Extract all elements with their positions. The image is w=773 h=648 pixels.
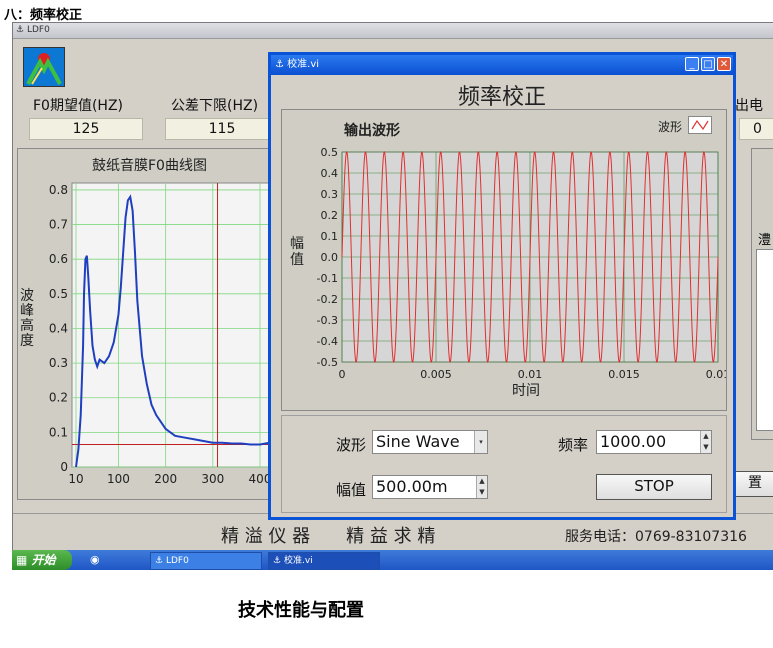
f0-chart-panel: 鼓纸音膜F0曲线图 波峰高度 0 0.1 0.2 0.3 0.4 0.5 0.6 0.7 0.8… bbox=[17, 148, 281, 500]
y-tick-label: 0 bbox=[60, 460, 68, 474]
logo bbox=[23, 47, 65, 87]
taskbar: ▦ 开始 ◉ ⚓ LDF0 ⚓ 校准.vi bbox=[12, 550, 773, 570]
x-tick-label: 0.005 bbox=[420, 368, 452, 381]
y-tick-label: 0.3 bbox=[49, 356, 68, 370]
page-caption: 技术性能与配置 bbox=[238, 600, 364, 621]
spin-down-icon[interactable]: ▼ bbox=[700, 442, 711, 453]
y-tick-label: 0.2 bbox=[49, 391, 68, 405]
waveform-select[interactable]: Sine Wave ▾ bbox=[372, 430, 488, 454]
vi-icon: ⚓ bbox=[275, 59, 284, 70]
x-tick-label: 0.01 bbox=[518, 368, 543, 381]
waveform-chart-panel: 输出波形 波形 幅值 时间 0.5 0.4 0.3 0.2 0.1 0.0 -0.1 -0.2… bbox=[281, 109, 727, 411]
x-tick-label: 100 bbox=[107, 472, 130, 486]
dialog-titlebar[interactable]: ⚓ 校准.vi _ □ ✕ bbox=[271, 55, 733, 75]
y-tick-label: -0.3 bbox=[317, 314, 338, 327]
calibrate-dialog: ⚓ 校准.vi _ □ ✕ 频率校正 输出波形 波形 幅值 时间 0.5 0.4 0… bbox=[268, 52, 736, 520]
y-tick-label: 0.7 bbox=[49, 218, 68, 232]
vi-icon: ⚓ bbox=[273, 556, 282, 566]
chevron-down-icon[interactable]: ▾ bbox=[474, 431, 487, 453]
taskbar-item-ldf0[interactable]: ⚓ LDF0 bbox=[150, 552, 262, 570]
y-tick-label: 0.8 bbox=[49, 183, 68, 197]
x-tick-label: 10 bbox=[68, 472, 83, 486]
x-tick-label: 300 bbox=[201, 472, 224, 486]
y-tick-label: -0.1 bbox=[317, 272, 338, 285]
y-tick-label: -0.2 bbox=[317, 293, 338, 306]
windows-logo-icon: ▦ bbox=[16, 553, 28, 567]
x-tick-label: 0.01 bbox=[706, 368, 726, 381]
tolerance-lower-label: 公差下限(HZ) bbox=[171, 98, 259, 114]
config-button-partial[interactable]: 置 bbox=[735, 471, 773, 497]
start-label: 开始 bbox=[31, 553, 56, 567]
f0-expected-field[interactable]: 125 bbox=[29, 118, 143, 140]
spin-up-icon[interactable]: ▲ bbox=[476, 476, 487, 487]
amplitude-input[interactable]: 500.00m ▲ ▼ bbox=[372, 475, 488, 499]
y-tick-label: 0.4 bbox=[49, 321, 68, 335]
y-tick-label: 0.5 bbox=[49, 287, 68, 301]
dialog-title: 校准.vi bbox=[287, 59, 320, 70]
amplitude-value: 500.00m bbox=[376, 477, 448, 496]
y-tick-label: 0.6 bbox=[49, 252, 68, 266]
y-tick-label: -0.5 bbox=[317, 356, 338, 369]
side-label-partial: 澧 bbox=[758, 233, 772, 248]
plot-area bbox=[71, 182, 275, 468]
frequency-value: 1000.00 bbox=[600, 432, 667, 451]
f0-chart: 00.10.20.30.40.50.60.70.810 100 200 300 400 bbox=[49, 182, 275, 486]
y-tick-label: 0.0 bbox=[321, 251, 339, 264]
ldf0-title: LDF0 bbox=[26, 25, 50, 35]
start-button[interactable]: ▦ 开始 bbox=[12, 550, 72, 570]
taskbar-item-label: 校准.vi bbox=[283, 556, 313, 566]
taskbar-item-calibrate[interactable]: ⚓ 校准.vi bbox=[268, 552, 380, 570]
waveform-select-value: Sine Wave bbox=[376, 432, 460, 451]
stop-button[interactable]: STOP bbox=[596, 474, 712, 500]
x-tick-label: 0 bbox=[339, 368, 346, 381]
frequency-label: 频率 bbox=[558, 436, 589, 454]
footer-phone: 服务电话：0769-83107316 bbox=[565, 529, 747, 545]
y-tick-label: 0.3 bbox=[321, 188, 339, 201]
page-heading: 八：频率校正 bbox=[4, 8, 83, 23]
waveform-chart: 0.5 0.4 0.3 0.2 0.1 0.0 -0.1 -0.2 -0.3 -0.4 -0.50 0… bbox=[317, 146, 726, 381]
amplitude-label: 幅值 bbox=[336, 481, 367, 499]
y-tick-label: 0.5 bbox=[321, 146, 339, 159]
footer-slogan: 精 溢 仪 器 精 益 求 精 bbox=[221, 526, 436, 547]
ldf0-titlebar[interactable]: ⚓ LDF0 bbox=[13, 23, 773, 39]
y-tick-label: -0.4 bbox=[317, 335, 338, 348]
spin-down-icon[interactable]: ▼ bbox=[476, 487, 487, 498]
y-tick-label: 0.1 bbox=[49, 425, 68, 439]
minimize-icon[interactable]: _ bbox=[685, 57, 699, 71]
f0-expected-label: F0期望值(HZ) bbox=[33, 98, 124, 114]
controls-panel: 波形 Sine Wave ▾ 频率 1000.00 ▲ ▼ 幅值 500.00m… bbox=[281, 415, 727, 513]
right-side-panel: 澧 bbox=[751, 148, 773, 440]
dialog-header: 频率校正 bbox=[457, 85, 546, 110]
x-tick-label: 0.015 bbox=[608, 368, 640, 381]
app-icon: ⚓ bbox=[16, 25, 25, 35]
taskbar-item-label: LDF0 bbox=[165, 556, 189, 566]
waveform-label: 波形 bbox=[336, 436, 367, 454]
tolerance-lower-field[interactable]: 115 bbox=[165, 118, 279, 140]
y-tick-label: 0.1 bbox=[321, 230, 339, 243]
maximize-icon[interactable]: □ bbox=[701, 57, 715, 71]
x-tick-label: 200 bbox=[154, 472, 177, 486]
app-icon: ⚓ bbox=[155, 556, 164, 566]
output-label-partial: 出电 bbox=[735, 98, 763, 114]
quicklaunch-icon[interactable]: ◉ bbox=[90, 553, 100, 566]
y-tick-label: 0.2 bbox=[321, 209, 339, 222]
y-tick-label: 0.4 bbox=[321, 167, 339, 180]
side-list-partial[interactable] bbox=[756, 249, 773, 431]
output-field-partial[interactable]: 0 bbox=[739, 118, 773, 140]
frequency-input[interactable]: 1000.00 ▲ ▼ bbox=[596, 430, 712, 454]
spin-up-icon[interactable]: ▲ bbox=[700, 431, 711, 442]
close-icon[interactable]: ✕ bbox=[717, 57, 731, 71]
